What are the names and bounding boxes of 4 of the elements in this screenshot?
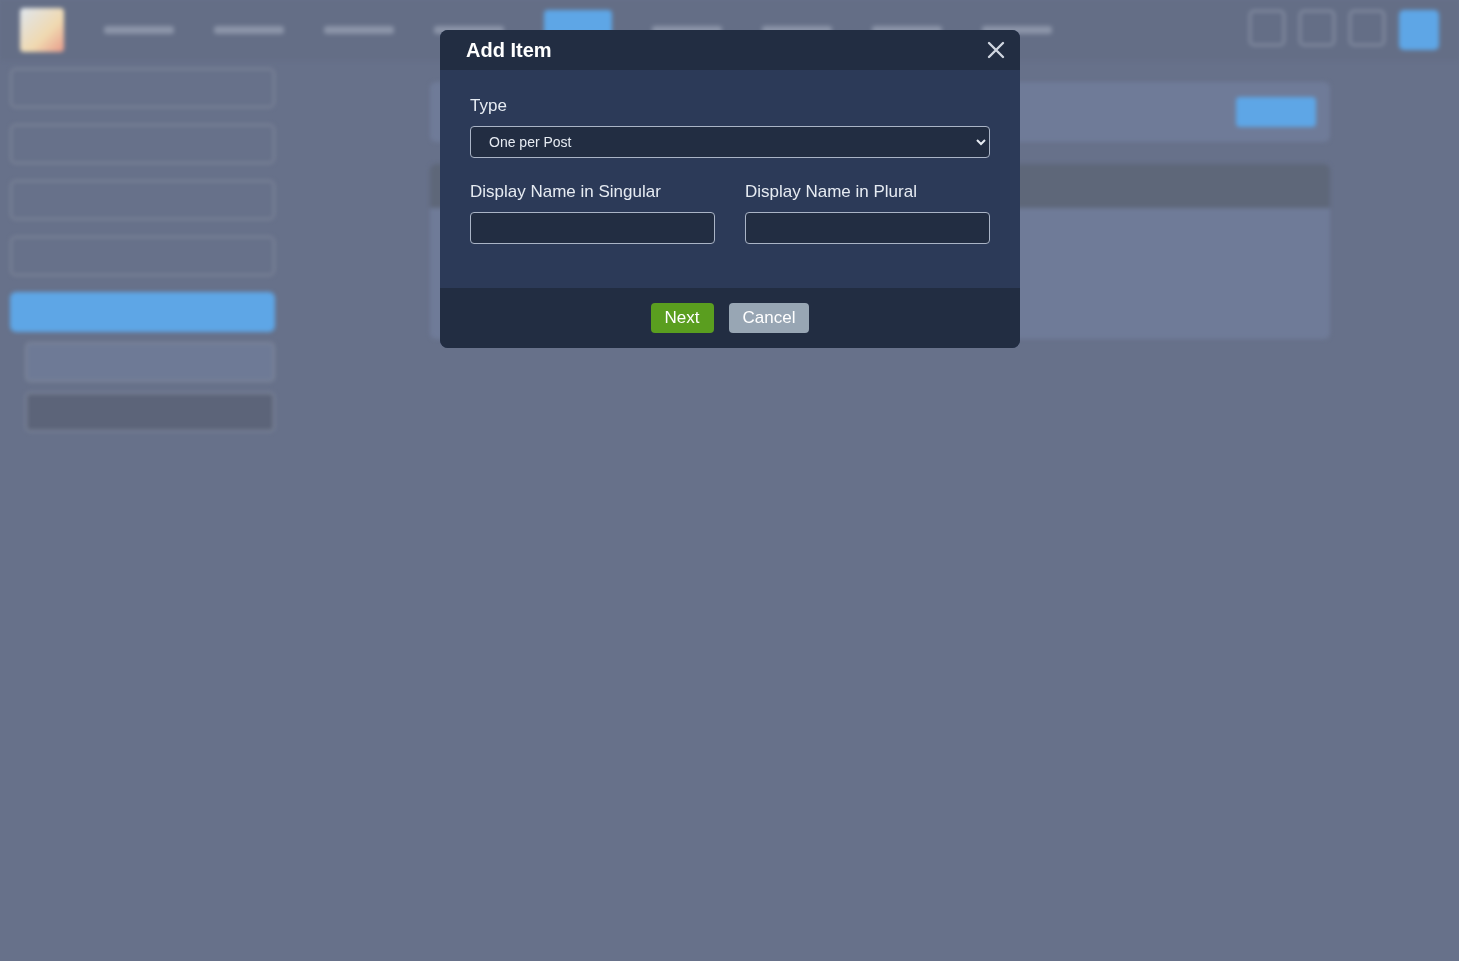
field-label: Display Name in Plural (745, 182, 918, 202)
field-label: Type (470, 96, 508, 116)
dialog-title: Add Item (466, 38, 552, 62)
field-label: Display Name in Singular (470, 182, 662, 202)
